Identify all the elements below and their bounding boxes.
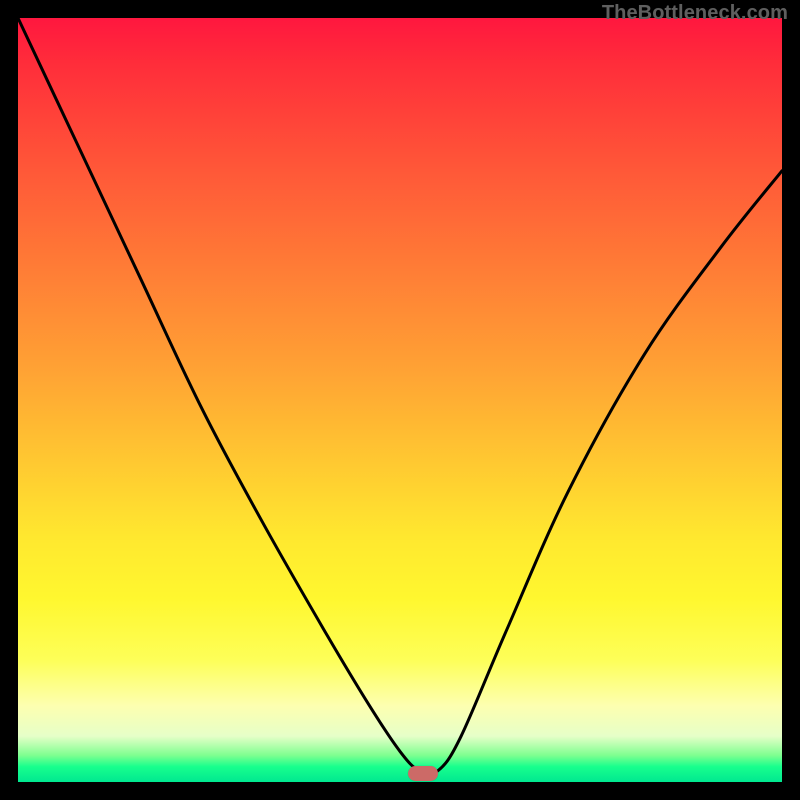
watermark-text: TheBottleneck.com bbox=[602, 2, 788, 25]
plot-area bbox=[18, 18, 782, 782]
chart-frame: TheBottleneck.com bbox=[0, 0, 800, 800]
bottleneck-curve bbox=[18, 18, 782, 782]
curve-minimum-marker bbox=[408, 766, 438, 781]
